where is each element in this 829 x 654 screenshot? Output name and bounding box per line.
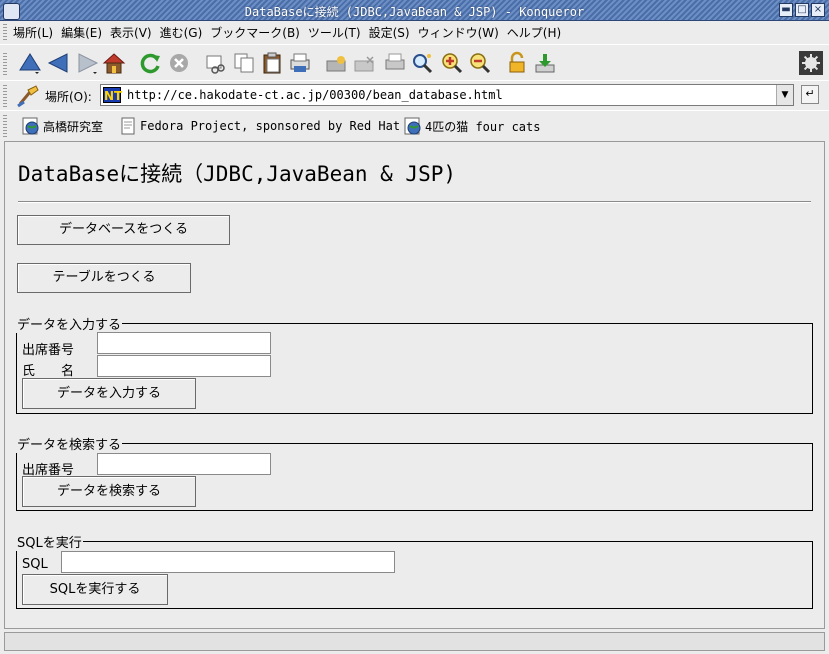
zoom-in-icon[interactable] [440, 51, 464, 75]
bookmark-label: 高橋研究室 [43, 119, 104, 134]
find-icon[interactable] [410, 51, 434, 75]
menu-view[interactable]: 表示(V) [110, 24, 152, 41]
home-icon[interactable] [102, 51, 126, 75]
globe-icon [404, 117, 421, 135]
bookmark-takahashi-lab[interactable]: 高橋研究室 [22, 117, 103, 135]
bookmark-four-cats[interactable]: 4匹の猫 four cats [404, 117, 540, 135]
back-arrow-icon[interactable] [46, 51, 70, 75]
forward-arrow-icon[interactable] [76, 51, 100, 75]
menu-help[interactable]: ヘルプ(H) [507, 24, 561, 41]
print-frame-icon[interactable] [383, 51, 407, 75]
main-toolbar [0, 44, 829, 81]
sql-label: SQL [22, 557, 48, 572]
stop-icon[interactable] [167, 51, 191, 75]
toolbar-grip[interactable] [3, 51, 7, 75]
location-bar: 場所(O): NT http://ce.hakodate-ct.ac.jp/00… [0, 80, 829, 111]
menu-settings[interactable]: 設定(S) [369, 24, 410, 41]
menu-edit[interactable]: 編集(E) [61, 24, 102, 41]
globe-icon [22, 117, 39, 135]
print-icon[interactable] [288, 51, 312, 75]
student-id-label: 出席番号 [22, 343, 75, 358]
url-dropdown-chevron-down-icon[interactable]: ▼ [776, 85, 793, 105]
menu-bar: 場所(L) 編集(E) 表示(V) 進む(G) ブックマーク(B) ツール(T)… [0, 21, 829, 43]
cut-icon[interactable] [204, 51, 228, 75]
create-database-button[interactable]: データベースをつくる [17, 215, 230, 245]
url-text[interactable]: http://ce.hakodate-ct.ac.jp/00300/bean_d… [127, 88, 503, 102]
insert-name-input[interactable] [97, 355, 271, 377]
location-label: 場所(O): [45, 90, 92, 104]
divider [18, 201, 811, 203]
kde-gear-icon[interactable] [799, 51, 823, 75]
menu-window[interactable]: ウィンドウ(W) [418, 24, 499, 41]
go-button[interactable]: ↵ [801, 85, 819, 104]
menu-location[interactable]: 場所(L) [13, 24, 53, 41]
bmbar-grip[interactable] [3, 115, 7, 137]
maximize-button[interactable]: □ [795, 3, 809, 17]
reload-icon[interactable] [138, 51, 162, 75]
menubar-grip[interactable] [3, 24, 7, 40]
clear-location-icon[interactable] [16, 84, 40, 108]
copy-icon[interactable] [232, 51, 256, 75]
status-bar [4, 632, 825, 651]
bookmark-label: Fedora Project, sponsored by Red Hat [140, 119, 401, 133]
paste-icon[interactable] [260, 51, 284, 75]
bookmark-fedora[interactable]: Fedora Project, sponsored by Red Hat [119, 117, 400, 135]
search-student-id-input[interactable] [97, 453, 271, 475]
bookmark-toolbar: 高橋研究室 Fedora Project, sponsored by Red H… [0, 110, 829, 141]
locbar-grip[interactable] [3, 85, 7, 107]
window-title-bar[interactable]: DataBaseに接続 (JDBC,JavaBean & JSP) - Konq… [0, 0, 829, 21]
menu-tools[interactable]: ツール(T) [308, 24, 361, 41]
create-table-button[interactable]: テーブルをつくる [17, 263, 191, 293]
security-disabled-icon[interactable] [352, 51, 376, 75]
close-button[interactable]: × [811, 3, 825, 17]
search-data-legend: データを検索する [17, 438, 122, 453]
url-input[interactable]: NT http://ce.hakodate-ct.ac.jp/00300/bea… [100, 84, 794, 106]
zoom-out-icon[interactable] [468, 51, 492, 75]
security-icon[interactable] [324, 51, 348, 75]
sql-legend: SQLを実行 [17, 536, 82, 551]
window-title: DataBaseに接続 (JDBC,JavaBean & JSP) - Konq… [244, 5, 585, 19]
search-data-button[interactable]: データを検索する [22, 476, 196, 507]
insert-data-button[interactable]: データを入力する [22, 378, 196, 409]
up-arrow-icon[interactable] [18, 51, 42, 75]
menu-bookmarks[interactable]: ブックマーク(B) [210, 24, 300, 41]
lock-icon[interactable] [505, 51, 529, 75]
page-title: DataBaseに接続（JDBC,JavaBean & JSP) [18, 162, 457, 186]
document-icon [121, 117, 135, 135]
insert-data-legend: データを入力する [17, 318, 122, 333]
minimize-button[interactable]: ▬ [779, 3, 793, 17]
page-content: DataBaseに接続（JDBC,JavaBean & JSP) データベースを… [4, 141, 825, 629]
site-favicon: NT [103, 87, 123, 103]
bookmark-label: 4匹の猫 four cats [425, 119, 541, 134]
download-icon[interactable] [533, 51, 557, 75]
execute-sql-button[interactable]: SQLを実行する [22, 574, 168, 605]
sql-input[interactable] [61, 551, 395, 573]
menu-go[interactable]: 進む(G) [160, 24, 203, 41]
insert-student-id-input[interactable] [97, 332, 271, 354]
name-label: 氏 名 [22, 364, 75, 379]
